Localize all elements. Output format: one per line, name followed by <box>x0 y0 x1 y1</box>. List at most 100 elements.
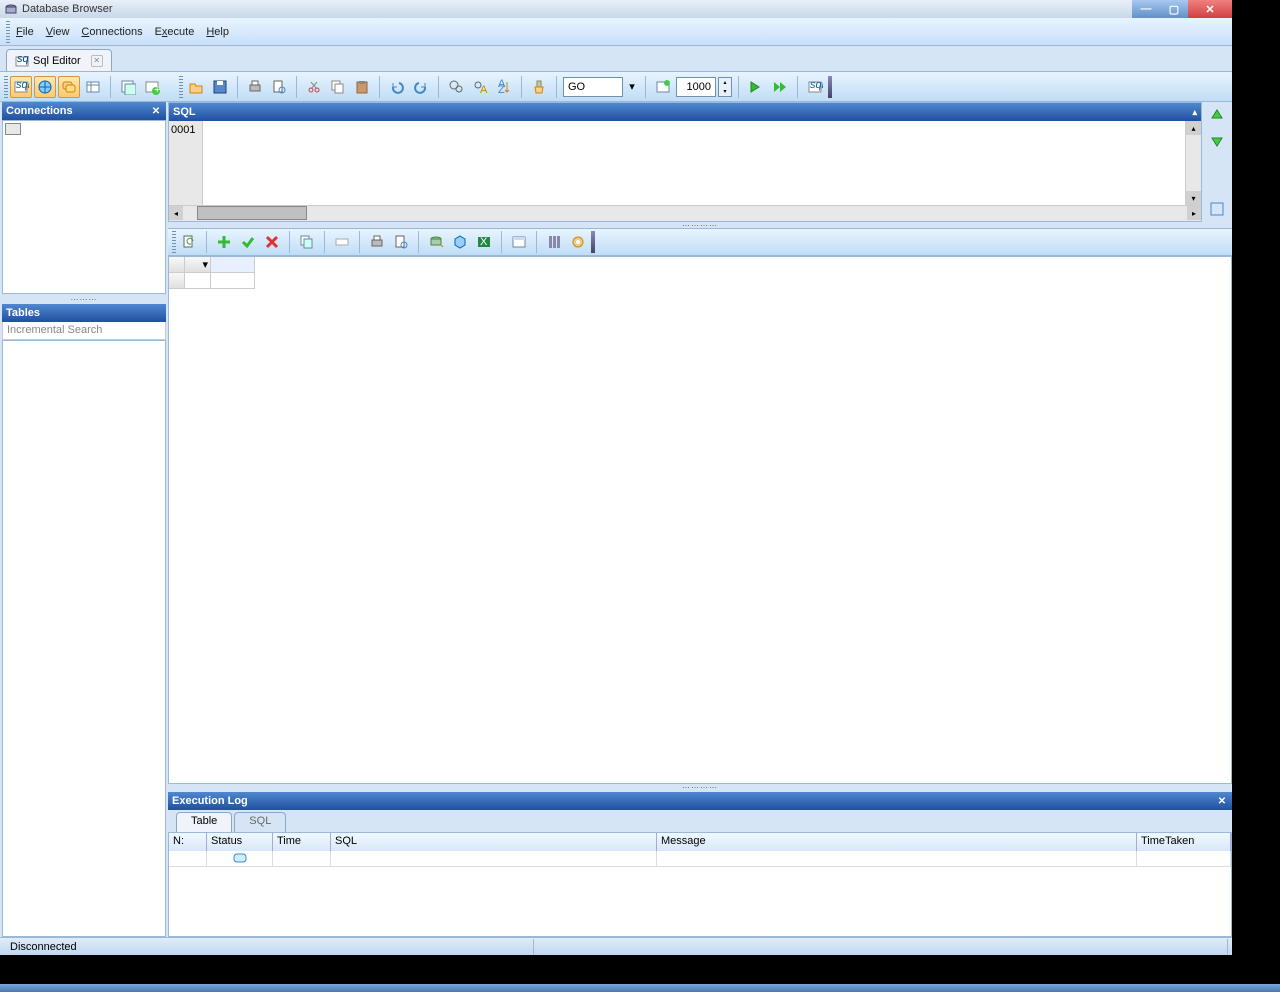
clear-button[interactable] <box>528 76 550 98</box>
add-row-button[interactable] <box>213 231 235 253</box>
log-col-time[interactable]: Time <box>273 833 331 851</box>
filter-row-button[interactable] <box>508 231 530 253</box>
menu-connections[interactable]: Connections <box>75 24 148 40</box>
log-tabs: Table SQL <box>168 810 1232 832</box>
taskbar[interactable] <box>0 984 1280 992</box>
results-grid[interactable]: ▾ <box>168 256 1232 784</box>
log-col-message[interactable]: Message <box>657 833 1137 851</box>
export-excel-button[interactable]: X <box>473 231 495 253</box>
save-button[interactable] <box>209 76 231 98</box>
maximize-editor-button[interactable] <box>1208 200 1226 218</box>
status-text: Disconnected <box>4 939 534 955</box>
execute-button[interactable] <box>745 76 767 98</box>
copy-button[interactable] <box>327 76 349 98</box>
log-col-n[interactable]: N: <box>169 833 207 851</box>
results-print-button[interactable] <box>366 231 388 253</box>
commit-button[interactable] <box>237 231 259 253</box>
cut-button[interactable] <box>303 76 325 98</box>
duplicate-button[interactable] <box>296 231 318 253</box>
toolbar-end-grip[interactable] <box>828 76 832 98</box>
sql-collapse-icon[interactable]: ▴ <box>1192 107 1197 118</box>
sql-vscrollbar[interactable]: ▴ ▾ <box>1185 121 1201 205</box>
grid-col-header[interactable] <box>211 257 255 273</box>
redo-button[interactable] <box>410 76 432 98</box>
log-col-sql[interactable]: SQL <box>331 833 657 851</box>
refresh-button[interactable] <box>178 231 200 253</box>
scroll-down-icon[interactable]: ▾ <box>1186 191 1201 205</box>
document-tabbar: sql Sql Editor ✕ <box>0 46 1232 72</box>
sort-button[interactable]: AZ <box>493 76 515 98</box>
sql-editor[interactable] <box>203 121 1185 205</box>
view-globe-button[interactable] <box>34 76 56 98</box>
toolbar-grip-2[interactable] <box>179 76 183 98</box>
menu-help[interactable]: Help <box>200 24 235 40</box>
sql-hscrollbar[interactable]: ◂ ▸ <box>169 205 1201 221</box>
grid-row-dropdown[interactable]: ▾ <box>185 257 211 273</box>
find-replace-button[interactable]: A <box>469 76 491 98</box>
execution-log-close-icon[interactable]: ✕ <box>1216 795 1228 807</box>
scroll-left-icon[interactable]: ◂ <box>169 206 183 220</box>
maximize-button[interactable]: ▢ <box>1160 0 1188 18</box>
undo-button[interactable] <box>386 76 408 98</box>
sql-tab-icon: sql <box>15 54 29 68</box>
scroll-up-icon[interactable]: ▴ <box>1186 121 1201 135</box>
log-splitter[interactable]: ⋯⋯⋯⋯ <box>168 784 1232 790</box>
execution-log-header: Execution Log ✕ <box>168 792 1232 810</box>
log-tab-table[interactable]: Table <box>176 812 232 832</box>
connections-close-icon[interactable]: ✕ <box>150 105 162 117</box>
connection-item[interactable] <box>3 121 165 137</box>
left-splitter[interactable]: ⋯⋯⋯ <box>2 296 166 302</box>
new-sql-button[interactable]: + <box>141 76 163 98</box>
export-cube-button[interactable] <box>449 231 471 253</box>
grid-row-handle[interactable] <box>169 273 185 289</box>
delimiter-dropdown-icon[interactable]: ▾ <box>625 76 639 98</box>
results-preview-button[interactable] <box>390 231 412 253</box>
print-button[interactable] <box>244 76 266 98</box>
scroll-right-icon[interactable]: ▸ <box>1187 206 1201 220</box>
hscroll-thumb[interactable] <box>197 206 307 220</box>
tab-close-icon[interactable]: ✕ <box>91 55 103 67</box>
history-down-button[interactable] <box>1208 132 1226 150</box>
minimize-button[interactable]: — <box>1132 0 1160 18</box>
view-chat-button[interactable] <box>58 76 80 98</box>
view-sql-button[interactable]: sql <box>10 76 32 98</box>
tables-search-input[interactable]: Incremental Search <box>2 322 166 340</box>
log-col-status[interactable]: Status <box>207 833 273 851</box>
log-tab-sql[interactable]: SQL <box>234 812 286 832</box>
tables-list[interactable] <box>2 340 166 937</box>
menu-view[interactable]: View <box>40 24 76 40</box>
find-button[interactable] <box>445 76 467 98</box>
tab-sql-editor[interactable]: sql Sql Editor ✕ <box>6 49 112 71</box>
history-up-button[interactable] <box>1208 106 1226 124</box>
grid-cell[interactable] <box>211 273 255 289</box>
delimiter-combo[interactable] <box>563 77 623 97</box>
log-row[interactable] <box>169 851 1231 867</box>
columns-button[interactable] <box>543 231 565 253</box>
close-button[interactable]: ✕ <box>1188 0 1232 18</box>
new-window-button[interactable] <box>117 76 139 98</box>
menu-file[interactable]: File <box>10 24 40 40</box>
row-limit-spinner[interactable]: ▴▾ <box>718 77 732 97</box>
toolbar-grip-1[interactable] <box>4 76 8 98</box>
grid-corner[interactable] <box>169 257 185 273</box>
menu-execute[interactable]: Execute <box>149 24 201 40</box>
delete-row-button[interactable] <box>261 231 283 253</box>
new-query-button[interactable] <box>652 76 674 98</box>
grid-cell[interactable] <box>185 273 211 289</box>
export-db-button[interactable] <box>425 231 447 253</box>
connections-list[interactable] <box>2 120 166 294</box>
execute-all-button[interactable] <box>769 76 791 98</box>
log-col-timetaken[interactable]: TimeTaken <box>1137 833 1231 851</box>
open-button[interactable] <box>185 76 207 98</box>
log-table[interactable]: N: Status Time SQL Message TimeTaken <box>168 832 1232 937</box>
print-preview-button[interactable] <box>268 76 290 98</box>
results-grip[interactable] <box>172 231 176 253</box>
results-toolbar-end[interactable] <box>591 231 595 253</box>
svg-text:A: A <box>480 84 488 95</box>
row-limit-input[interactable] <box>676 77 716 97</box>
paste-button[interactable] <box>351 76 373 98</box>
sql-format-button[interactable]: sql <box>804 76 826 98</box>
settings-button[interactable] <box>567 231 589 253</box>
blank-button[interactable] <box>331 231 353 253</box>
view-grid-button[interactable] <box>82 76 104 98</box>
